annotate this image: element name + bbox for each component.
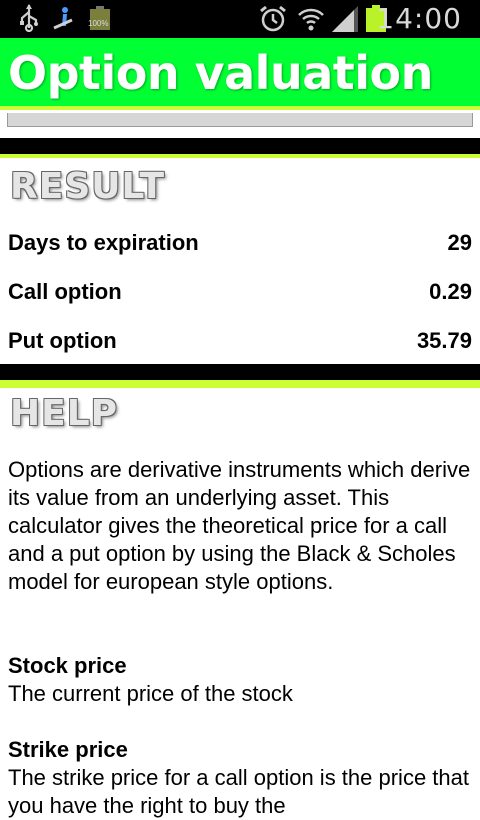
result-value: 0.29 (429, 279, 472, 304)
help-item-title: Stock price (8, 653, 127, 678)
result-row-call: Call option 0.29 (8, 272, 472, 312)
result-value: 29 (447, 230, 472, 255)
help-item-text: The current price of the stock (8, 681, 293, 706)
status-bar: 100% 14:00 (0, 0, 480, 38)
result-label: Put option (8, 328, 117, 353)
debug-icon (50, 4, 78, 37)
result-label: Days to expiration (8, 230, 199, 255)
help-item-text: The strike price for a call option is th… (8, 765, 469, 818)
result-heading: RESULT (10, 166, 166, 207)
app-title-bar: Option valuation (0, 38, 480, 106)
app-title: Option valuation (8, 46, 433, 100)
wifi-icon (296, 4, 326, 39)
battery-icon: 100% (88, 6, 110, 30)
help-item: Stock price The current price of the sto… (8, 652, 474, 708)
result-label: Call option (8, 279, 122, 304)
help-intro: Options are derivative instruments which… (8, 457, 471, 594)
clock: 14:00 (376, 2, 462, 35)
divider (0, 364, 480, 384)
divider (0, 138, 480, 158)
usb-icon (18, 4, 40, 37)
battery-percent: 100% (88, 19, 109, 28)
result-value: 35.79 (416, 328, 472, 353)
divider-accent (0, 384, 480, 388)
alarm-icon (258, 4, 288, 39)
help-heading: HELP (10, 393, 119, 434)
collapsed-input-panel[interactable] (7, 113, 473, 127)
result-row-put: Put option 35.79 (8, 321, 472, 361)
signal-icon (330, 4, 360, 39)
help-item: Strike price The strike price for a call… (8, 736, 474, 820)
result-row-days: Days to expiration 29 (8, 223, 472, 263)
help-item-title: Strike price (8, 737, 128, 762)
